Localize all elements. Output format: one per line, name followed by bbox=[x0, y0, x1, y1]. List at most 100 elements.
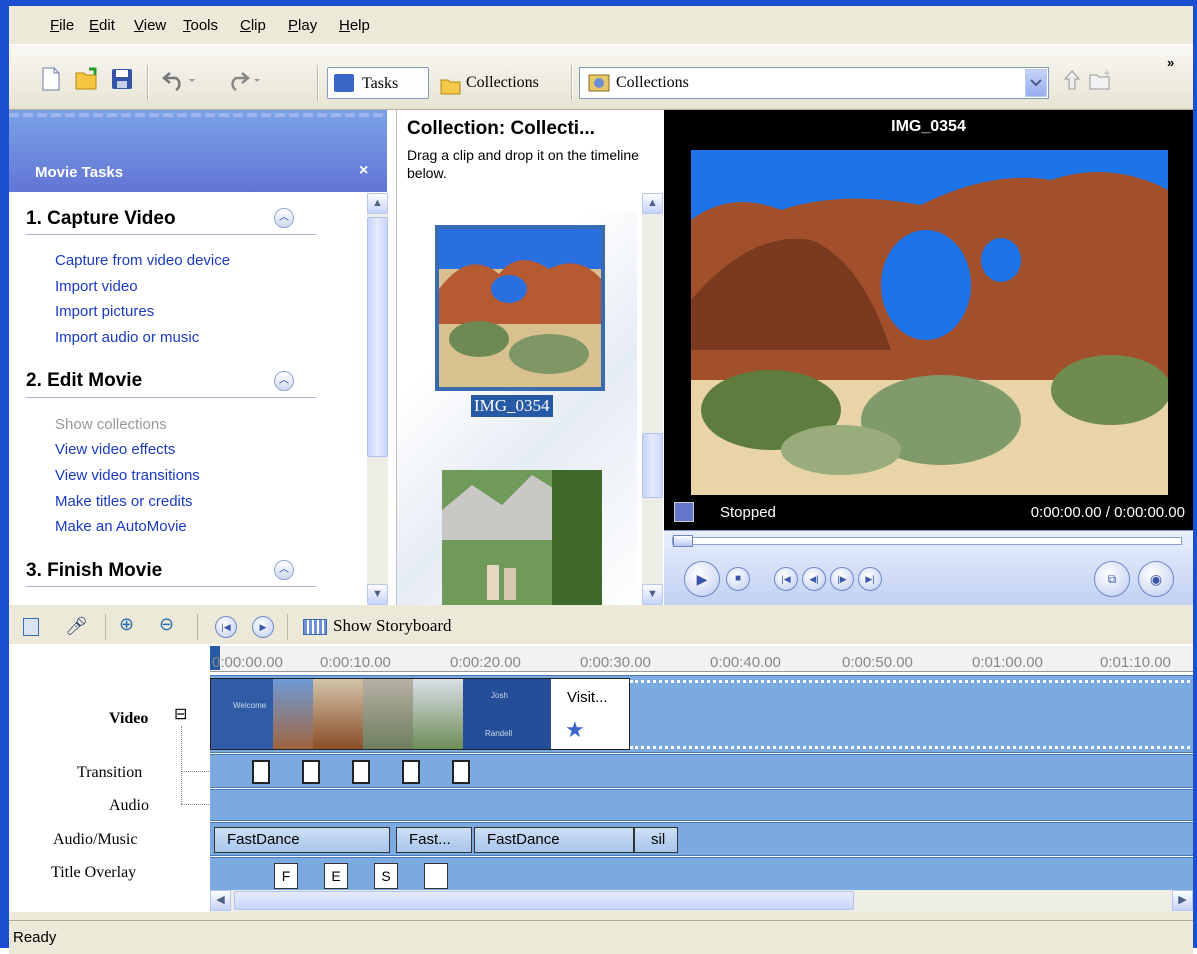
audio-track[interactable] bbox=[210, 789, 1193, 821]
show-storyboard-button[interactable]: Show Storyboard bbox=[333, 616, 452, 636]
video-clip[interactable] bbox=[313, 679, 363, 749]
zoom-out-icon[interactable]: ⊖ bbox=[159, 614, 174, 635]
new-project-icon[interactable] bbox=[41, 67, 63, 91]
menu-file[interactable]: File bbox=[50, 17, 74, 34]
menu-edit[interactable]: Edit bbox=[89, 17, 115, 34]
transition-clip[interactable] bbox=[302, 760, 320, 784]
close-tasks-pane-button[interactable]: × bbox=[359, 162, 368, 180]
forward-icon[interactable]: |▶ bbox=[830, 567, 854, 591]
stop-icon[interactable]: ■ bbox=[726, 567, 750, 591]
video-clip[interactable] bbox=[273, 679, 313, 749]
up-level-icon[interactable] bbox=[1061, 69, 1083, 91]
storyboard-icon[interactable] bbox=[303, 619, 327, 635]
section-finish-movie[interactable]: 3. Finish Movie bbox=[26, 560, 162, 582]
task-import-audio[interactable]: Import audio or music bbox=[55, 329, 199, 346]
title-overlay-track[interactable]: F E S bbox=[210, 857, 1193, 891]
clip-thumbnail-2[interactable] bbox=[442, 470, 602, 605]
movie-tasks-title: Movie Tasks bbox=[35, 164, 124, 181]
end-clip[interactable]: Visit... ★ bbox=[551, 679, 629, 749]
narrate-timeline-icon[interactable]: 🎤︎ bbox=[65, 616, 88, 637]
collapse-capture-icon[interactable]: ︿ bbox=[274, 208, 294, 228]
menu-tools[interactable]: Tools bbox=[183, 17, 218, 34]
menu-view[interactable]: View bbox=[134, 17, 166, 34]
title-clip-welcome[interactable]: Welcome bbox=[211, 679, 273, 749]
audio-music-track[interactable]: FastDance Fast... FastDance sil bbox=[210, 822, 1193, 856]
set-audio-levels-icon[interactable] bbox=[23, 618, 39, 636]
section-edit-movie[interactable]: 2. Edit Movie bbox=[26, 370, 142, 392]
seek-handle[interactable] bbox=[673, 535, 693, 547]
task-make-titles[interactable]: Make titles or credits bbox=[55, 493, 193, 510]
clip-img-0354[interactable] bbox=[435, 225, 605, 391]
scroll-down-icon[interactable]: ▼ bbox=[642, 584, 663, 605]
scroll-thumb[interactable] bbox=[234, 891, 854, 910]
take-picture-icon[interactable]: ◉ bbox=[1138, 561, 1174, 597]
new-collection-folder-icon[interactable] bbox=[1089, 69, 1111, 91]
play-icon[interactable]: ▶ bbox=[684, 561, 720, 597]
folder-icon bbox=[440, 75, 462, 107]
save-project-icon[interactable] bbox=[111, 68, 133, 90]
tasks-button[interactable]: Tasks bbox=[327, 67, 429, 99]
open-project-icon[interactable] bbox=[75, 67, 97, 90]
transition-clip[interactable] bbox=[402, 760, 420, 784]
scroll-thumb[interactable] bbox=[642, 433, 663, 498]
music-clip-fastdance[interactable]: FastDance bbox=[214, 827, 390, 853]
undo-icon[interactable] bbox=[162, 67, 195, 92]
next-frame-icon[interactable]: ▶| bbox=[858, 567, 882, 591]
movie-tasks-header: Movie Tasks × bbox=[9, 110, 387, 192]
menu-play[interactable]: Play bbox=[288, 17, 317, 34]
split-clip-icon[interactable]: ⧉ bbox=[1094, 561, 1130, 597]
section-capture-video[interactable]: 1. Capture Video bbox=[26, 208, 176, 230]
transition-clip[interactable] bbox=[252, 760, 270, 784]
overlay-clip[interactable]: F bbox=[274, 863, 298, 889]
video-track[interactable]: Welcome Josh Randell Visit... ★ bbox=[210, 675, 1193, 753]
scroll-left-icon[interactable]: ◀ bbox=[210, 890, 231, 911]
scroll-down-icon[interactable]: ▼ bbox=[367, 584, 388, 605]
toolbar-overflow-button[interactable]: » bbox=[1167, 55, 1174, 70]
collections-button[interactable]: Collections bbox=[432, 67, 567, 99]
timeline-scrollbar[interactable]: ◀ ▶ bbox=[210, 890, 1193, 912]
collapse-finish-icon[interactable]: ︿ bbox=[274, 560, 294, 580]
task-import-video[interactable]: Import video bbox=[55, 278, 138, 295]
task-import-pictures[interactable]: Import pictures bbox=[55, 303, 154, 320]
collection-scrollbar[interactable]: ▲ ▼ bbox=[642, 193, 663, 605]
scroll-up-icon[interactable]: ▲ bbox=[642, 193, 663, 214]
expand-video-track-icon[interactable]: ⊟ bbox=[174, 704, 187, 724]
play-timeline-icon[interactable]: ▶ bbox=[252, 616, 274, 638]
transition-track[interactable] bbox=[210, 754, 1193, 788]
seek-bar[interactable] bbox=[672, 535, 1182, 547]
fullscreen-icon[interactable] bbox=[674, 502, 694, 522]
transition-clip[interactable] bbox=[452, 760, 470, 784]
collapse-edit-icon[interactable]: ︿ bbox=[274, 371, 294, 391]
scroll-up-icon[interactable]: ▲ bbox=[367, 193, 388, 214]
clip-label[interactable]: IMG_0354 bbox=[471, 395, 553, 417]
video-clip[interactable] bbox=[363, 679, 413, 749]
task-make-automovie[interactable]: Make an AutoMovie bbox=[55, 518, 187, 535]
previous-frame-icon[interactable]: |◀ bbox=[774, 567, 798, 591]
back-icon[interactable]: ◀| bbox=[802, 567, 826, 591]
overlay-clip[interactable]: S bbox=[374, 863, 398, 889]
chevron-down-icon[interactable] bbox=[1025, 69, 1047, 97]
time-ruler[interactable]: 0:00:00.00 0:00:10.00 0:00:20.00 0:00:30… bbox=[210, 646, 1193, 672]
transition-clip[interactable] bbox=[352, 760, 370, 784]
menu-help[interactable]: Help bbox=[339, 17, 370, 34]
video-clip[interactable] bbox=[413, 679, 463, 749]
overlay-clip[interactable] bbox=[424, 863, 448, 889]
menu-clip[interactable]: Clip bbox=[240, 17, 266, 34]
credits-clip[interactable]: Josh Randell bbox=[463, 679, 551, 749]
rewind-timeline-icon[interactable]: |◀ bbox=[215, 616, 237, 638]
music-clip-fastdance-2[interactable]: FastDance bbox=[474, 827, 634, 853]
scroll-right-icon[interactable]: ▶ bbox=[1172, 890, 1193, 911]
scroll-thumb[interactable] bbox=[367, 217, 388, 457]
task-view-effects[interactable]: View video effects bbox=[55, 441, 175, 458]
tasks-scrollbar[interactable]: ▲ ▼ bbox=[367, 193, 388, 605]
video-clips[interactable]: Welcome Josh Randell Visit... ★ bbox=[210, 678, 630, 750]
task-capture-from-device[interactable]: Capture from video device bbox=[55, 252, 230, 269]
overlay-clip[interactable]: E bbox=[324, 863, 348, 889]
redo-icon[interactable] bbox=[224, 67, 260, 92]
zoom-in-icon[interactable]: ⊕ bbox=[119, 614, 134, 635]
music-clip-sil[interactable]: sil bbox=[634, 827, 678, 853]
task-view-transitions[interactable]: View video transitions bbox=[55, 467, 200, 484]
audio-track-label: Audio bbox=[109, 797, 149, 814]
collections-dropdown[interactable]: Collections bbox=[579, 67, 1049, 99]
music-clip-fast[interactable]: Fast... bbox=[396, 827, 472, 853]
